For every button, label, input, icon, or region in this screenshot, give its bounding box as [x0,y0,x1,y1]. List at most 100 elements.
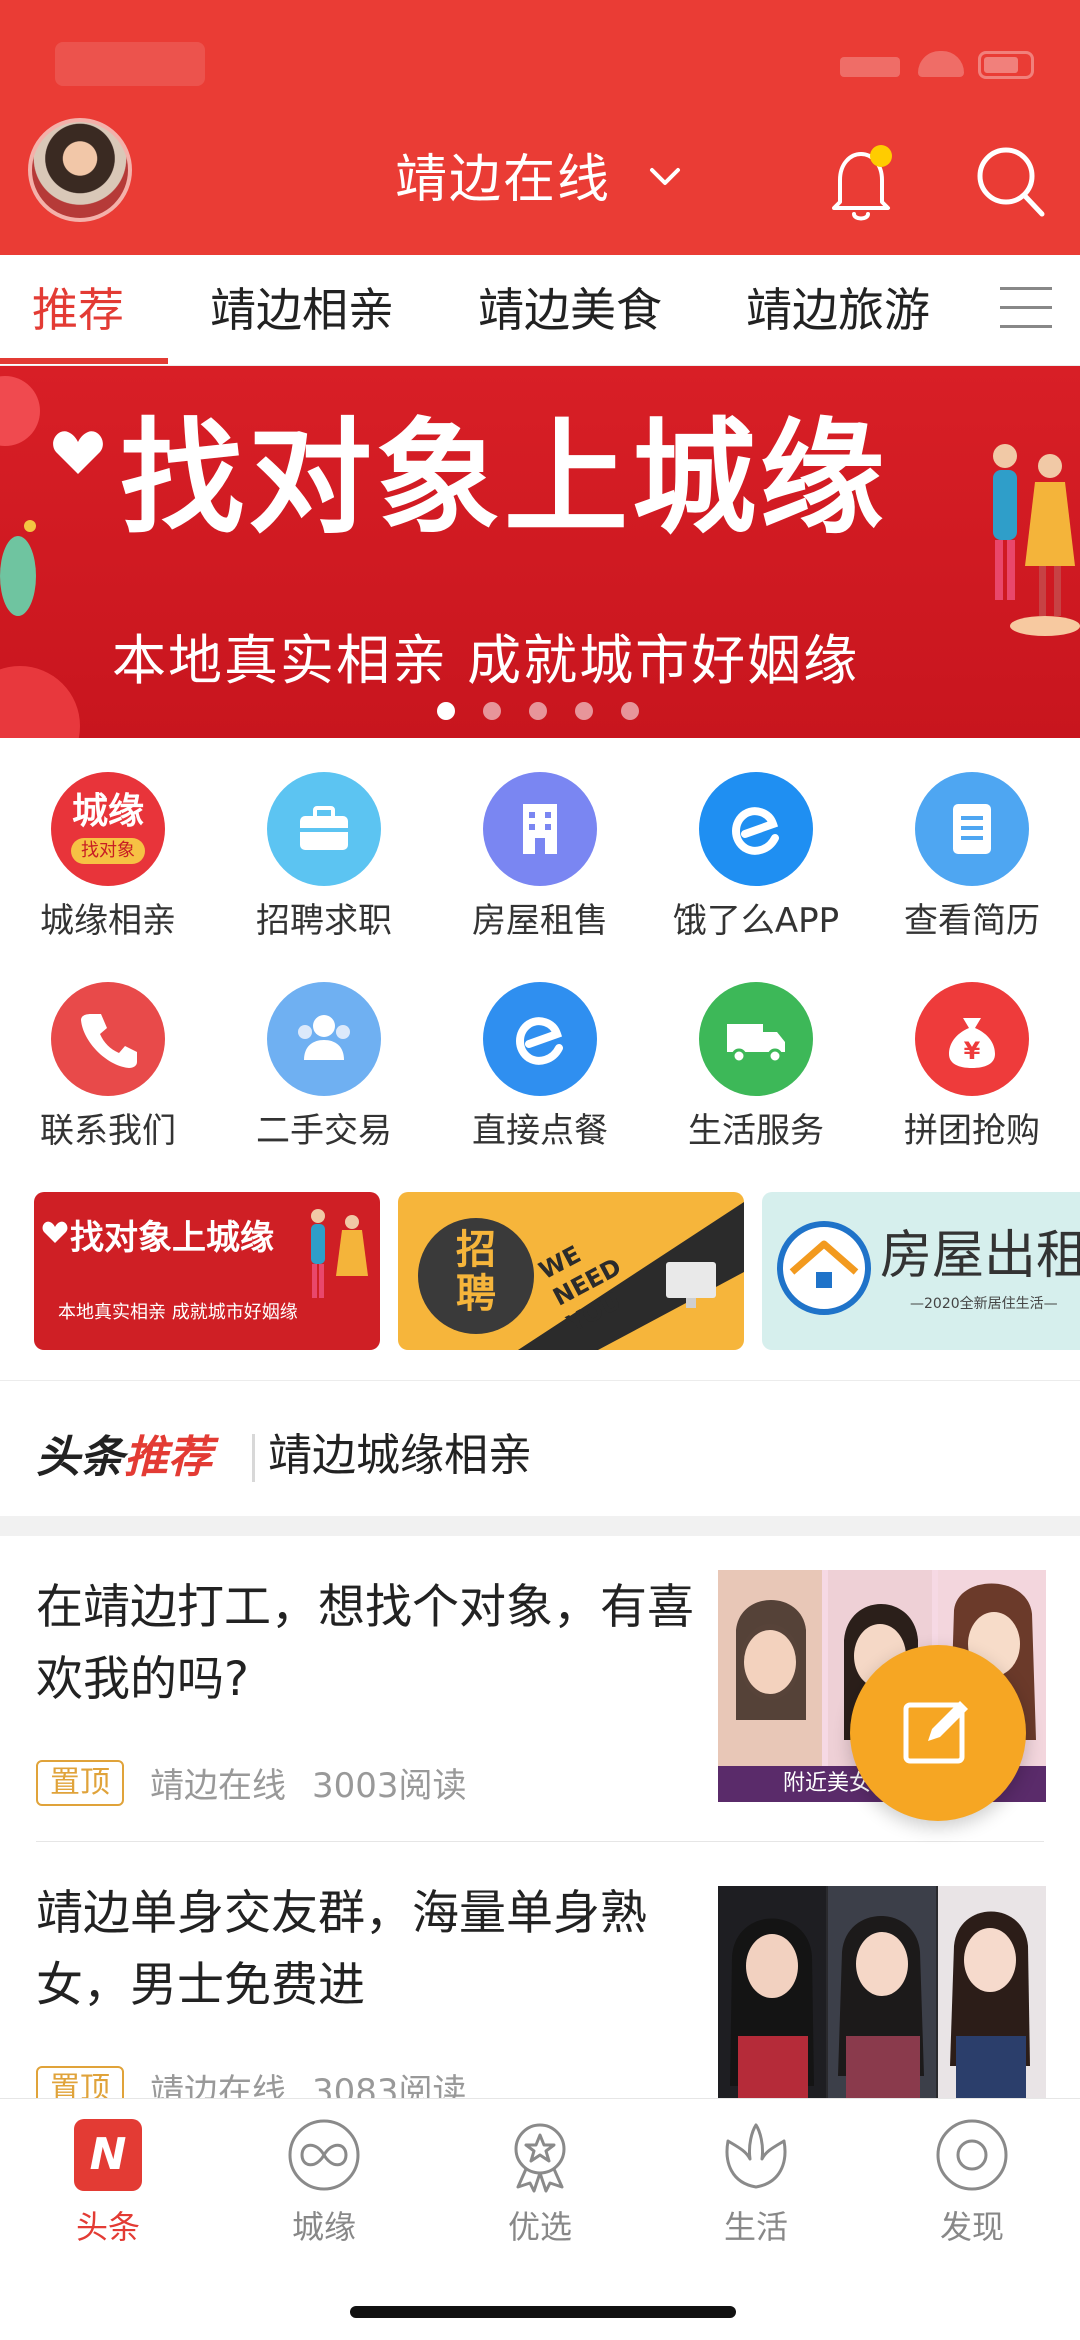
money-bag-icon: ¥ [915,982,1029,1096]
toutiao-n-icon: N [70,2117,146,2193]
hero-banner[interactable]: 找对象上城缘 本地真实相亲 成就城市好姻缘 [0,366,1080,738]
divider [0,1380,1080,1381]
award-star-icon [514,2123,566,2193]
bell-icon[interactable] [826,140,896,226]
nav-label: 城缘 [291,2208,356,2246]
grid-item-housing[interactable]: 房屋租售 [432,760,648,950]
target-circle-icon [936,2119,1008,2191]
nav-life[interactable]: 生活 [648,2117,864,2267]
phone-icon [51,982,165,1096]
news-title[interactable]: 在靖边打工，想找个对象，有喜欢我的吗? [36,1572,696,1716]
grid-item-label: 生活服务 [688,1111,824,1151]
nav-label: 发现 [939,2208,1004,2246]
toutiao-brand: 头条推荐 [36,1430,212,1486]
city-selector-title[interactable]: 靖边在线 [395,145,611,215]
eleme-icon [483,982,597,1096]
nav-label: 头条 [75,2208,140,2246]
infinity-icon [288,2119,360,2191]
tab-travel[interactable]: 靖边旅游 [746,255,930,365]
carousel-dot[interactable] [529,702,547,720]
news-source: 靖边在线 [150,1766,286,1806]
lotus-icon [725,2123,787,2189]
promo-card-title: 找对象上城缘 [70,1218,274,1258]
document-icon [915,772,1029,886]
promo-card-dating[interactable]: 找对象上城缘 本地真实相亲 成就城市好姻缘 [34,1192,380,1350]
nav-label: 生活 [723,2208,788,2246]
grid-item-label: 拼团抢购 [904,1111,1040,1151]
grid-item-label: 饿了么APP [672,901,840,941]
grid-item-resume[interactable]: 查看简历 [864,760,1080,950]
carousel-dots [437,702,647,722]
home-indicator[interactable] [350,2306,736,2318]
grid-item-jobs[interactable]: 招聘求职 [216,760,432,950]
news-thumbnail-image [718,1886,1046,2118]
nav-headlines[interactable]: N 头条 [0,2117,216,2267]
brand-black-text: 头条 [36,1432,124,1483]
nav-discover[interactable]: 发现 [864,2117,1080,2267]
plant-icon [0,520,36,616]
grid-item-label: 联系我们 [40,1111,176,1151]
banner-title: 找对象上城缘 [120,407,889,551]
tab-recommend[interactable]: 推荐 [32,255,124,365]
grid-item-order[interactable]: 直接点餐 [432,970,648,1160]
grid-item-life-service[interactable]: 生活服务 [648,970,864,1160]
nav-chengyuan[interactable]: 城缘 [216,2117,432,2267]
promo-card-title: 招聘 [456,1227,496,1317]
carousel-dot[interactable] [621,702,639,720]
heart-icon [42,1221,68,1243]
grid-item-dating[interactable]: 城缘 找对象 城缘相亲 [0,760,216,950]
briefcase-icon [267,772,381,886]
status-bar-time [55,42,205,86]
grid-item-label: 二手交易 [256,1111,392,1151]
grid-item-secondhand[interactable]: 二手交易 [216,970,432,1160]
grid-item-group-buy[interactable]: ¥ 拼团抢购 [864,970,1080,1160]
promo-card-subtitle: 本地真实相亲 成就城市好姻缘 [58,1302,298,1323]
wifi-icon [918,51,964,77]
section-gap [0,1516,1080,1536]
carousel-dot[interactable] [437,702,455,720]
brand-red-text: 推荐 [124,1432,212,1483]
news-thumbnail[interactable] [718,1886,1046,2118]
battery-icon [978,51,1034,79]
grid-item-contact[interactable]: 联系我们 [0,970,216,1160]
couple-illustration-icon [993,444,1080,636]
news-title[interactable]: 靖边单身交友群，海量单身熟女，男士免费进 [36,1878,696,2022]
carousel-dot[interactable] [483,702,501,720]
status-bar-indicators [840,45,1040,81]
user-avatar[interactable] [28,118,132,222]
grid-item-label: 直接点餐 [472,1111,608,1151]
grid-item-label: 房屋租售 [472,901,608,941]
nav-selected[interactable]: 优选 [432,2117,648,2267]
carousel-dot[interactable] [575,702,593,720]
promo-cards: 找对象上城缘 本地真实相亲 成就城市好姻缘 招聘 WE NEED YOU 房屋出… [0,1192,1080,1352]
building-icon [483,772,597,886]
decor-circle [0,666,80,738]
house-logo-icon [777,1221,871,1315]
chevron-down-icon[interactable] [648,160,682,194]
menu-icon[interactable] [1000,287,1052,333]
promo-card-jobs[interactable]: 招聘 WE NEED YOU [398,1192,744,1350]
toutiao-n-glyph: N [74,2119,142,2191]
news-read-count: 3003阅读 [312,1766,467,1806]
grid-item-label: 招聘求职 [256,901,392,941]
category-tabs: 推荐 靖边相亲 靖边美食 靖边旅游 [0,255,1080,366]
chengyuan-logo-text: 城缘 [71,791,144,832]
chengyuan-logo-subtext: 找对象 [71,838,145,864]
chengyuan-logo-icon: 城缘 找对象 [51,772,165,886]
eleme-icon [699,772,813,886]
active-tab-indicator [0,358,168,364]
heart-icon [53,431,103,474]
compose-button[interactable] [850,1645,1026,1821]
grid-item-eleme[interactable]: 饿了么APP [648,760,864,950]
headline-label[interactable]: 靖边城缘相亲 [268,1426,532,1486]
search-icon[interactable] [972,142,1048,222]
signal-icon [840,57,900,77]
edit-icon [903,1701,968,1764]
banner-subtitle: 本地真实相亲 成就城市好姻缘 [112,629,860,692]
promo-card-housing[interactable]: 房屋出租 —2020全新居住生活— [762,1192,1080,1350]
couple-illustration-icon [311,1209,368,1298]
tab-dating[interactable]: 靖边相亲 [210,255,394,365]
tab-food[interactable]: 靖边美食 [478,255,662,365]
people-icon [267,982,381,1096]
grid-item-label: 城缘相亲 [40,901,176,941]
